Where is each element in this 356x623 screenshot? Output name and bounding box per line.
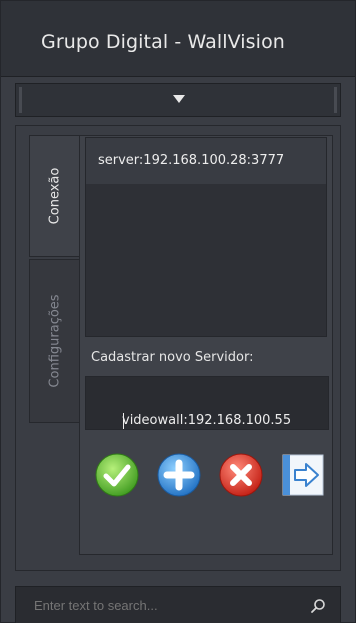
server-entry-label: server:192.168.100.28:3777 xyxy=(98,153,285,168)
delete-server-button[interactable] xyxy=(217,451,265,499)
tab-conexao-label: Conexão xyxy=(47,167,62,225)
confirm-button[interactable] xyxy=(93,451,141,499)
check-icon xyxy=(95,453,139,497)
dropdown-left-edge xyxy=(19,87,22,113)
server-list[interactable]: server:192.168.100.28:3777 xyxy=(85,137,327,337)
arrow-right-icon xyxy=(282,454,324,496)
tab-conexao[interactable]: Conexão xyxy=(29,135,79,257)
search-input[interactable] xyxy=(16,587,340,623)
register-server-label: Cadastrar novo Servidor: xyxy=(91,350,254,365)
window-title: Grupo Digital - WallVision xyxy=(41,31,285,53)
crescent-logo-icon xyxy=(11,29,37,55)
tab-configuracoes-label: Configurações xyxy=(47,294,62,388)
x-icon xyxy=(219,453,263,497)
dropdown-bar[interactable] xyxy=(15,83,341,117)
title-bar: Grupo Digital - WallVision xyxy=(1,1,355,77)
connect-button[interactable] xyxy=(279,451,327,499)
new-server-input[interactable]: videowall:192.168.100.55 xyxy=(85,376,329,430)
plus-icon xyxy=(157,453,201,497)
add-server-button[interactable] xyxy=(155,451,203,499)
search-box[interactable] xyxy=(15,586,341,623)
search-icon[interactable] xyxy=(310,598,326,614)
new-server-value: videowall:192.168.100.55 xyxy=(122,413,292,428)
app-window: Grupo Digital - WallVision Conexão Confi… xyxy=(0,0,356,623)
list-item[interactable]: server:192.168.100.28:3777 xyxy=(86,138,326,184)
tab-configuracoes[interactable]: Configurações xyxy=(29,259,79,423)
caret-down-icon[interactable] xyxy=(173,95,185,103)
dropdown-right-edge xyxy=(334,87,337,113)
text-caret xyxy=(123,413,124,429)
